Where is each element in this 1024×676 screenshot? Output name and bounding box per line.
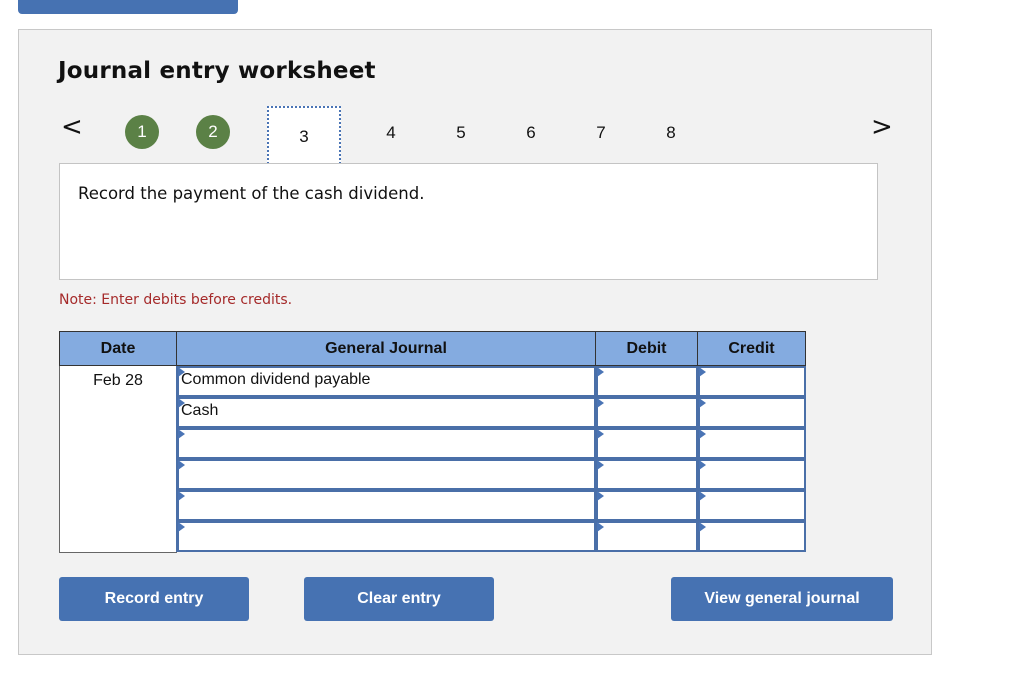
credit-input[interactable] [697,397,806,428]
date-cell[interactable] [59,459,177,491]
step-6[interactable]: 6 [513,115,549,151]
debit-input[interactable] [595,366,698,397]
record-entry-button[interactable]: Record entry [59,577,249,621]
note-text: Note: Enter debits before credits. [59,292,293,308]
date-cell[interactable] [59,521,177,553]
credit-input[interactable] [697,459,806,490]
chevron-left-icon[interactable]: < [61,114,83,140]
date-cell[interactable] [59,428,177,460]
clear-entry-button[interactable]: Clear entry [304,577,494,621]
step-4[interactable]: 4 [373,115,409,151]
account-input[interactable] [176,459,596,490]
debit-input[interactable] [595,459,698,490]
top-action-button[interactable] [18,0,238,14]
worksheet-title: Journal entry worksheet [58,58,376,84]
header-debit: Debit [595,331,698,366]
prompt-text: Record the payment of the cash dividend. [78,184,425,203]
step-2[interactable]: 2 [196,115,230,149]
credit-input[interactable] [697,428,806,459]
date-cell[interactable] [59,490,177,522]
account-input[interactable] [176,521,596,552]
credit-input[interactable] [697,366,806,397]
account-input[interactable] [176,490,596,521]
date-cell[interactable]: Feb 28 [59,366,177,398]
header-date: Date [59,331,177,366]
chevron-right-icon[interactable]: > [871,114,893,140]
account-input[interactable] [176,428,596,459]
debit-input[interactable] [595,490,698,521]
header-credit: Credit [697,331,806,366]
credit-input[interactable] [697,490,806,521]
debit-input[interactable] [595,397,698,428]
worksheet-panel: Journal entry worksheet < 1 2 3 4 5 6 7 … [18,29,932,655]
step-7[interactable]: 7 [583,115,619,151]
header-general-journal: General Journal [176,331,596,366]
view-general-journal-button[interactable]: View general journal [671,577,893,621]
debit-input[interactable] [595,428,698,459]
prompt-box: Record the payment of the cash dividend. [59,163,878,280]
step-1[interactable]: 1 [125,115,159,149]
step-5[interactable]: 5 [443,115,479,151]
step-8[interactable]: 8 [653,115,689,151]
credit-input[interactable] [697,521,806,552]
debit-input[interactable] [595,521,698,552]
step-3-current[interactable]: 3 [267,106,341,168]
date-cell[interactable] [59,397,177,429]
account-input[interactable]: Cash [176,397,596,428]
account-input[interactable]: Common dividend payable [176,366,596,397]
